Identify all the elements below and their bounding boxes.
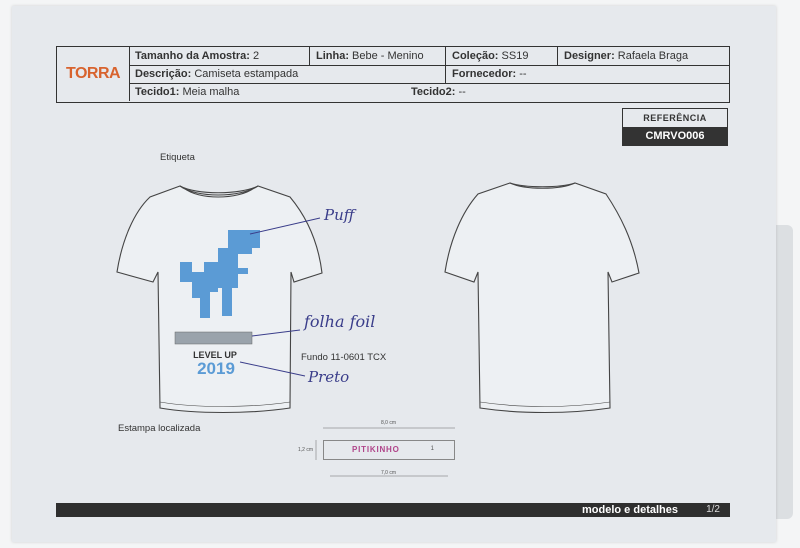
brand-label: PITIKINHO 1: [323, 440, 455, 460]
label-text: PITIKINHO: [352, 445, 400, 454]
label-height: 1,2 cm: [298, 447, 314, 453]
footer-bar: modelo e detalhes 1/2: [56, 503, 730, 517]
foil-handwriting: folha foil: [304, 312, 376, 331]
footer-title: modelo e detalhes: [582, 504, 678, 516]
tshirt-drawings: [116, 182, 640, 477]
print-year: 2019: [197, 359, 235, 378]
tshirt-back: [444, 182, 640, 414]
label-number: 1: [430, 446, 434, 452]
puff-handwriting: Puff: [324, 206, 355, 224]
black-handwriting: Preto: [308, 368, 350, 386]
label-width-top: 8,0 cm: [381, 420, 397, 426]
page-number: 1/2: [706, 504, 720, 515]
label-width-bottom: 7,0 cm: [381, 470, 397, 476]
foil-bar: [174, 331, 253, 345]
